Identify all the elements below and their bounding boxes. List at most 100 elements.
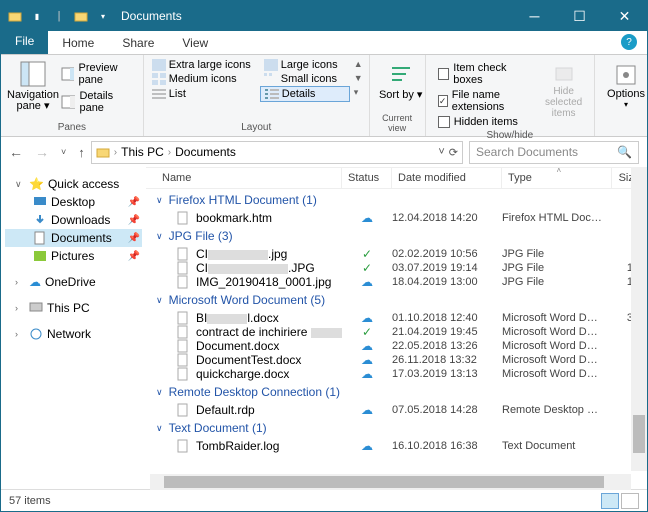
group-header[interactable]: ∨JPG File (3) bbox=[146, 225, 647, 247]
tab-file[interactable]: File bbox=[1, 30, 48, 54]
folder-icon bbox=[7, 8, 23, 24]
layout-scroll-down[interactable]: ▼ bbox=[352, 72, 365, 86]
layout-extra-large[interactable]: Extra large icons bbox=[148, 58, 258, 72]
col-name[interactable]: Name bbox=[146, 168, 342, 188]
group-header[interactable]: ∨Firefox HTML Document (1) bbox=[146, 189, 647, 211]
sidebar-network[interactable]: ›Network bbox=[5, 325, 142, 343]
breadcrumb-thispc[interactable]: This PC bbox=[121, 145, 164, 159]
pictures-icon bbox=[33, 249, 47, 263]
file-row[interactable]: BIl.docx ☁ 01.10.2018 12:40 Microsoft Wo… bbox=[146, 311, 647, 325]
group-header[interactable]: ∨Microsoft Word Document (5) bbox=[146, 289, 647, 311]
breadcrumb-documents[interactable]: Documents bbox=[175, 145, 236, 159]
star-icon: ⭐ bbox=[29, 177, 44, 191]
layout-medium[interactable]: Medium icons bbox=[148, 72, 258, 86]
layout-list[interactable]: List bbox=[148, 86, 258, 102]
thumbnails-view-button[interactable] bbox=[621, 493, 639, 509]
up-button[interactable]: ↑ bbox=[78, 145, 85, 160]
title-bar: ▮ | ▾ Documents ─ ☐ ✕ bbox=[1, 1, 647, 31]
layout-more[interactable]: ▾ bbox=[352, 86, 361, 102]
download-icon bbox=[33, 213, 47, 227]
pc-icon bbox=[29, 301, 43, 315]
file-row[interactable]: contract de inchiriere .docx ✓ 21.04.201… bbox=[146, 325, 647, 339]
col-status[interactable]: Status bbox=[342, 168, 392, 188]
close-button[interactable]: ✕ bbox=[602, 1, 647, 31]
qat-explorer-icon bbox=[73, 8, 89, 24]
back-button[interactable]: ← bbox=[9, 144, 23, 160]
sidebar-documents[interactable]: Documents📌 bbox=[5, 229, 142, 247]
file-row[interactable]: IMG_20190418_0001.jpg ☁ 18.04.2019 13:00… bbox=[146, 275, 647, 289]
col-type[interactable]: ˄Type bbox=[502, 168, 612, 188]
tab-home[interactable]: Home bbox=[48, 32, 108, 54]
sidebar-desktop[interactable]: Desktop📌 bbox=[5, 193, 142, 211]
qat-overflow-icon[interactable]: ▾ bbox=[95, 8, 111, 24]
options-button[interactable]: Options ▾ bbox=[601, 58, 648, 109]
pin-icon: 📌 bbox=[128, 233, 140, 244]
pin-icon: 📌 bbox=[128, 197, 140, 208]
file-row[interactable]: CI.jpg ✓ 02.02.2019 10:56 JPG File bbox=[146, 247, 647, 261]
address-dropdown-icon[interactable]: ˅ bbox=[438, 146, 444, 159]
window-title: Documents bbox=[121, 9, 182, 23]
hidden-items[interactable]: Hidden items bbox=[438, 116, 536, 128]
current-view-label: Current view bbox=[376, 111, 419, 133]
documents-icon bbox=[33, 231, 47, 245]
sidebar-quick-access[interactable]: ∨⭐Quick access bbox=[5, 175, 142, 193]
vertical-scrollbar[interactable] bbox=[631, 167, 647, 471]
ribbon: Navigation pane ▾ Preview pane Details p… bbox=[1, 55, 647, 137]
network-icon bbox=[29, 327, 43, 341]
pin-icon: 📌 bbox=[128, 215, 140, 226]
desktop-icon bbox=[33, 195, 47, 209]
status-bar: 57 items bbox=[1, 489, 647, 511]
ribbon-tabs: File Home Share View ? bbox=[1, 31, 647, 55]
folder-icon bbox=[96, 145, 110, 159]
details-view-button[interactable] bbox=[601, 493, 619, 509]
address-bar[interactable]: › This PC › Documents ˅⟳ bbox=[91, 141, 463, 164]
layout-small[interactable]: Small icons bbox=[260, 72, 350, 86]
file-row[interactable]: quickcharge.docx ☁ 17.03.2019 13:13 Micr… bbox=[146, 367, 647, 381]
layout-details[interactable]: Details bbox=[260, 86, 350, 102]
search-icon: 🔍 bbox=[617, 145, 632, 159]
layout-group-label: Layout bbox=[148, 120, 365, 133]
tab-view[interactable]: View bbox=[168, 32, 222, 54]
group-header[interactable]: ∨Text Document (1) bbox=[146, 417, 647, 439]
sort-by-button[interactable]: Sort by ▾ bbox=[376, 58, 426, 101]
item-count: 57 items bbox=[9, 495, 51, 507]
sidebar-downloads[interactable]: Downloads📌 bbox=[5, 211, 142, 229]
help-icon[interactable]: ? bbox=[621, 34, 637, 50]
layout-scroll-up[interactable]: ▲ bbox=[352, 58, 365, 72]
pin-icon: 📌 bbox=[128, 251, 140, 262]
cloud-icon: ☁ bbox=[29, 275, 41, 289]
tab-share[interactable]: Share bbox=[108, 32, 168, 54]
sidebar-thispc[interactable]: ›This PC bbox=[5, 299, 142, 317]
details-pane-button[interactable]: Details pane bbox=[59, 89, 137, 115]
file-row[interactable]: Default.rdp ☁ 07.05.2018 14:28 Remote De… bbox=[146, 403, 647, 417]
maximize-button[interactable]: ☐ bbox=[557, 1, 602, 31]
item-check-boxes[interactable]: Item check boxes bbox=[438, 62, 536, 86]
file-name-extensions[interactable]: ✓File name extensions bbox=[438, 89, 536, 113]
showhide-group-label: Show/hide bbox=[432, 128, 588, 141]
refresh-icon[interactable]: ⟳ bbox=[449, 146, 458, 159]
sort-asc-icon: ˄ bbox=[557, 166, 562, 175]
sidebar-onedrive[interactable]: ›☁OneDrive bbox=[5, 273, 142, 291]
recent-dropdown[interactable]: ˅ bbox=[61, 147, 66, 157]
group-header[interactable]: ∨Remote Desktop Connection (1) bbox=[146, 381, 647, 403]
horizontal-scrollbar[interactable] bbox=[150, 474, 631, 490]
file-row[interactable]: CI.JPG ✓ 03.07.2019 19:14 JPG File 1.… bbox=[146, 261, 647, 275]
file-row[interactable]: TombRaider.log ☁ 16.10.2018 16:38 Text D… bbox=[146, 439, 647, 453]
file-row[interactable]: DocumentTest.docx ☁ 26.11.2018 13:32 Mic… bbox=[146, 353, 647, 367]
hide-selected-button: Hide selected items bbox=[539, 58, 588, 128]
navigation-pane-button[interactable]: Navigation pane ▾ bbox=[7, 58, 59, 115]
file-row[interactable]: bookmark.htm ☁ 12.04.2018 14:20 Firefox … bbox=[146, 211, 647, 225]
navigation-pane: ∨⭐Quick access Desktop📌 Downloads📌 Docum… bbox=[1, 167, 146, 489]
panes-group-label: Panes bbox=[7, 120, 137, 133]
file-row[interactable]: Document.docx ☁ 22.05.2018 13:26 Microso… bbox=[146, 339, 647, 353]
column-headers: Name Status Date modified ˄Type Size bbox=[146, 167, 647, 189]
qat-down-icon[interactable]: ▮ bbox=[29, 8, 45, 24]
search-input[interactable]: Search Documents 🔍 bbox=[469, 141, 639, 164]
preview-pane-button[interactable]: Preview pane bbox=[59, 61, 137, 87]
sidebar-pictures[interactable]: Pictures📌 bbox=[5, 247, 142, 265]
minimize-button[interactable]: ─ bbox=[512, 1, 557, 31]
col-date[interactable]: Date modified bbox=[392, 168, 502, 188]
forward-button[interactable]: → bbox=[35, 144, 49, 160]
layout-large[interactable]: Large icons bbox=[260, 58, 350, 72]
address-bar-row: ← → ˅ ↑ › This PC › Documents ˅⟳ Search … bbox=[1, 137, 647, 167]
